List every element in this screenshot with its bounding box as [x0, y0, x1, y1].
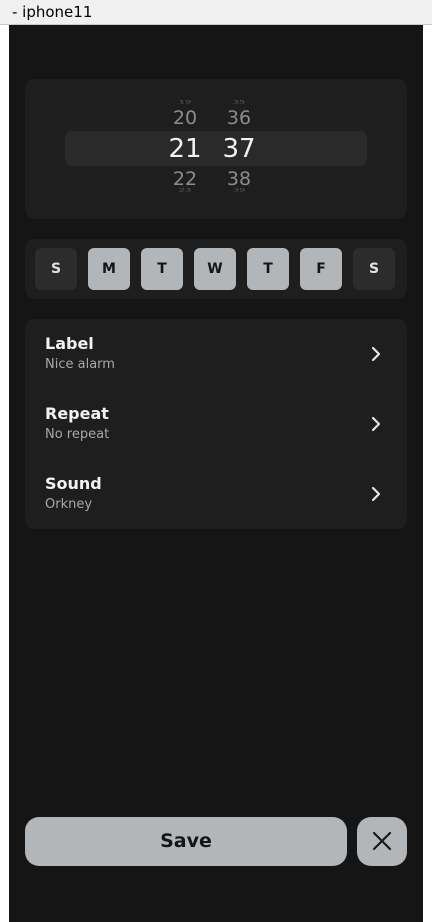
chevron-right-icon	[371, 416, 381, 432]
row-value: Nice alarm	[45, 357, 115, 372]
day-toggle-tuesday[interactable]: T	[141, 248, 183, 290]
day-toggle-monday[interactable]: M	[88, 248, 130, 290]
minute-option[interactable]: 35	[219, 100, 259, 105]
day-toggle-saturday[interactable]: S	[353, 248, 395, 290]
settings-row-sound[interactable]: Sound Orkney	[25, 459, 407, 529]
settings-row-label[interactable]: Label Nice alarm	[25, 319, 407, 389]
selected-minute[interactable]: 37	[219, 134, 259, 164]
minute-option[interactable]: 39	[219, 188, 259, 193]
close-button[interactable]	[357, 817, 407, 866]
day-toggle-friday[interactable]: F	[300, 248, 342, 290]
day-toggle-wednesday[interactable]: W	[194, 248, 236, 290]
weekday-selector: S M T W T F S	[25, 239, 407, 299]
settings-row-repeat[interactable]: Repeat No repeat	[25, 389, 407, 459]
row-title: Sound	[45, 474, 102, 493]
window-title: - iphone11	[0, 0, 432, 25]
day-toggle-sunday[interactable]: S	[35, 248, 77, 290]
hour-option[interactable]: 23	[165, 188, 205, 193]
row-value: Orkney	[45, 497, 93, 512]
save-button[interactable]: Save	[25, 817, 347, 866]
alarm-editor-screen: 19 20 21 22 23 35 36 37 38 39 S M T W T …	[9, 25, 423, 922]
selected-hour[interactable]: 21	[165, 134, 205, 164]
alarm-settings-list: Label Nice alarm Repeat No repeat Sound …	[25, 319, 407, 529]
hour-option[interactable]: 19	[165, 100, 205, 105]
row-value: No repeat	[45, 427, 110, 442]
minute-option[interactable]: 36	[219, 107, 259, 129]
time-picker[interactable]: 19 20 21 22 23 35 36 37 38 39	[25, 79, 407, 219]
chevron-right-icon	[371, 346, 381, 362]
close-icon	[372, 831, 392, 851]
row-title: Repeat	[45, 404, 109, 423]
hour-option[interactable]: 20	[165, 107, 205, 129]
chevron-right-icon	[371, 486, 381, 502]
hour-option[interactable]: 22	[165, 168, 205, 190]
picker-selection-highlight	[65, 131, 367, 166]
row-title: Label	[45, 334, 94, 353]
minute-option[interactable]: 38	[219, 168, 259, 190]
day-toggle-thursday[interactable]: T	[247, 248, 289, 290]
